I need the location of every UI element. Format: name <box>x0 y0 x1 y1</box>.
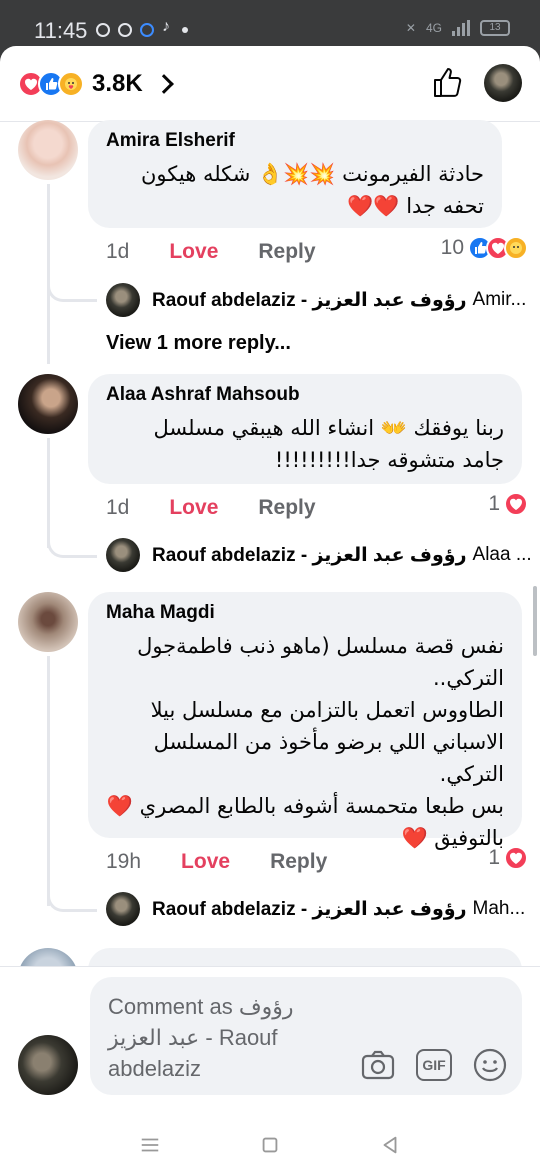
love-button[interactable]: Love <box>169 496 218 520</box>
whatsapp-icon <box>118 23 132 37</box>
care-icon <box>58 71 84 97</box>
reaction-number: 1 <box>488 846 500 869</box>
comment-placeholder: Comment as رؤوف عبد العزيز - Raouf abdel… <box>108 991 348 1084</box>
camera-icon[interactable] <box>360 1047 396 1083</box>
comment-line: الطاووس اتعمل بالتزامن مع مسلسل بيلا <box>150 698 504 722</box>
avatar <box>106 538 140 572</box>
comment-reaction-count[interactable]: 1 <box>488 492 528 516</box>
care-icon <box>504 236 528 260</box>
thread-connector <box>47 538 97 558</box>
reply-text: Amir... <box>472 289 527 310</box>
back-icon[interactable] <box>375 1130 405 1160</box>
comment-composer: Comment as رؤوف عبد العزيز - Raouf abdel… <box>0 966 540 1116</box>
comment-time: 19h <box>106 850 142 873</box>
thread-line <box>47 184 50 364</box>
status-time: 11:45 <box>34 18 88 43</box>
placeholder-line: عبد العزيز - Raouf <box>108 1025 278 1050</box>
comment-reaction-count[interactable]: 10 <box>440 236 528 260</box>
reactions-header: 3.8K <box>0 46 540 122</box>
thread-line <box>47 438 50 548</box>
love-icon <box>504 846 528 870</box>
menu-icon[interactable] <box>135 1130 165 1160</box>
reaction-count: 3.8K <box>92 70 143 97</box>
comment-text: نفس قصة مسلسل (ماهو ذنب فاطمةجول التركي.… <box>106 630 504 854</box>
comment-bubble[interactable]: Maha Magdi نفس قصة مسلسل (ماهو ذنب فاطمة… <box>88 592 522 850</box>
reply-text: Mah... <box>472 898 526 919</box>
thread-line <box>47 656 50 906</box>
home-icon[interactable] <box>255 1130 285 1160</box>
reply-button[interactable]: Reply <box>258 496 315 520</box>
avatar[interactable] <box>18 374 78 434</box>
comment-line: الاسباني اللي برضو مأخوذ من المسلسل التر… <box>153 730 504 786</box>
comment-input[interactable]: Comment as رؤوف عبد العزيز - Raouf abdel… <box>90 977 522 1095</box>
love-button[interactable]: Love <box>169 240 218 264</box>
comment-bubble[interactable]: Alaa Ashraf Mahsoub ربنا يوفقك 👐 انشاء ا… <box>88 374 522 484</box>
reply-text: Alaa ... <box>472 544 532 565</box>
avatar <box>106 892 140 926</box>
thread-connector <box>47 282 97 302</box>
thumbs-up-icon[interactable] <box>430 66 464 100</box>
comment-actions: 19h Love Reply <box>106 850 327 874</box>
system-icons: ✕ 4G 13 <box>406 20 510 36</box>
comment-time: 1d <box>106 496 130 519</box>
reply-preview[interactable]: Raouf abdelaziz - رؤوف عبد العزيز Mah... <box>106 892 525 926</box>
comment-reaction-count[interactable]: 1 <box>488 846 528 870</box>
reply-button[interactable]: Reply <box>258 240 315 264</box>
messenger-icon <box>140 23 154 37</box>
battery-icon: 13 <box>480 20 510 36</box>
reply-preview[interactable]: Raouf abdelaziz - رؤوف عبد العزيز Amir..… <box>106 283 526 317</box>
signal-icon <box>452 20 470 36</box>
reply-button[interactable]: Reply <box>270 850 327 874</box>
avatar[interactable] <box>18 120 78 180</box>
reply-author: Raouf abdelaziz - رؤوف عبد العزيز <box>152 898 467 920</box>
comments-sheet: 3.8K Amira Elsherif حادثة الفيرمونت 💥💥👌 … <box>0 46 540 1170</box>
tiktok-icon <box>162 18 174 38</box>
love-button[interactable]: Love <box>181 850 230 874</box>
emoji-icon[interactable] <box>472 1047 508 1083</box>
comment-author[interactable]: Alaa Ashraf Mahsoub <box>106 384 504 406</box>
facebook-icon <box>96 23 110 37</box>
comment-actions: 1d Love Reply <box>106 496 316 520</box>
view-more-replies-link[interactable]: View 1 more reply... <box>106 332 291 355</box>
avatar[interactable] <box>18 592 78 652</box>
thread-connector <box>47 892 97 912</box>
reply-preview[interactable]: Raouf abdelaziz - رؤوف عبد العزيز Alaa .… <box>106 538 532 572</box>
avatar[interactable] <box>484 64 522 102</box>
comment-author[interactable]: Maha Magdi <box>106 602 504 624</box>
mute-icon: ✕ <box>405 21 416 35</box>
comment-actions: 1d Love Reply <box>106 240 316 264</box>
gif-icon[interactable]: GIF <box>416 1049 452 1081</box>
comment-line: بس طبعا متحمسة أشوفه بالطابع المصري ❤️ <box>106 794 504 818</box>
reply-author: Raouf abdelaziz - رؤوف عبد العزيز <box>152 544 467 566</box>
reply-author: Raouf abdelaziz - رؤوف عبد العزيز <box>152 289 467 311</box>
scrollbar[interactable] <box>533 586 537 656</box>
placeholder-line: Comment as رؤوف <box>108 994 294 1019</box>
reactions-summary[interactable]: 3.8K <box>18 70 174 98</box>
reaction-number: 10 <box>440 236 464 259</box>
system-nav-bar <box>0 1120 540 1170</box>
reaction-number: 1 <box>488 492 500 515</box>
comment-text: حادثة الفيرمونت 💥💥👌 شكله هيكون تحفه جدا … <box>140 162 484 218</box>
avatar <box>106 283 140 317</box>
comment-line: التركي.. <box>432 666 504 690</box>
composer-tools: GIF <box>360 1047 508 1083</box>
more-notifications-icon <box>182 27 188 33</box>
network-label: 4G <box>425 21 442 35</box>
avatar <box>18 1035 78 1095</box>
chevron-right-icon <box>153 74 174 94</box>
placeholder-line: abdelaziz <box>108 1056 201 1081</box>
comment-bubble[interactable]: Amira Elsherif حادثة الفيرمونت 💥💥👌 شكله … <box>88 120 502 228</box>
comment-author[interactable]: Amira Elsherif <box>106 130 484 152</box>
comment-line: نفس قصة مسلسل (ماهو ذنب فاطمةجول <box>137 634 504 658</box>
comment-text: ربنا يوفقك 👐 انشاء الله هيبقي مسلسل جامد… <box>153 416 504 472</box>
comment-time: 1d <box>106 240 130 263</box>
notification-icons <box>96 18 188 38</box>
love-icon <box>504 492 528 516</box>
